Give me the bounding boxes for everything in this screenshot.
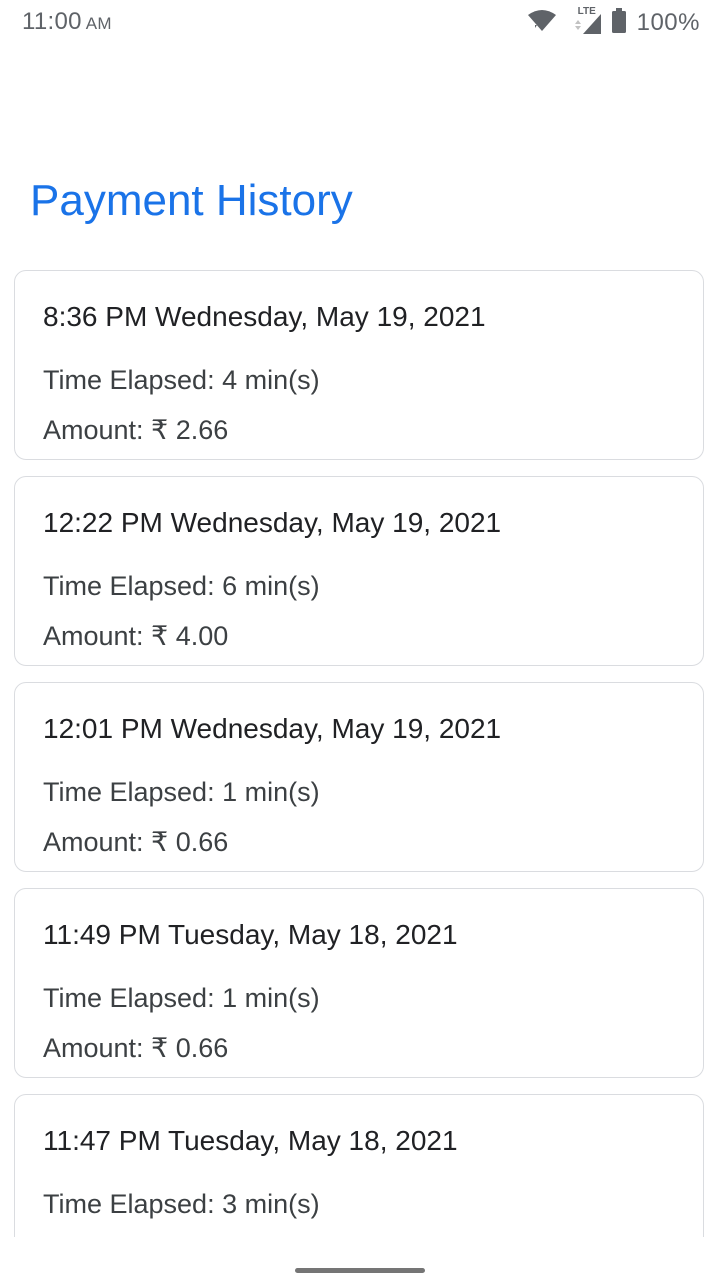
wifi-icon — [527, 9, 557, 38]
status-bar: 11:00 AM LTE 100% — [0, 0, 720, 48]
payment-datetime: 12:01 PM Wednesday, May 19, 2021 — [43, 713, 502, 744]
payment-datetime: 8:36 PM Wednesday, May 19, 2021 — [43, 301, 486, 332]
payment-time-elapsed: Time Elapsed: 1 min(s) — [43, 983, 320, 1013]
payment-time-elapsed: Time Elapsed: 4 min(s) — [43, 365, 320, 395]
clock-time: 11:00 — [22, 8, 82, 35]
payment-card[interactable]: 12:01 PM Wednesday, May 19, 2021 Time El… — [14, 682, 704, 872]
payment-time-elapsed: Time Elapsed: 3 min(s) — [43, 1189, 320, 1219]
payment-card[interactable]: 11:47 PM Tuesday, May 18, 2021 Time Elap… — [14, 1094, 704, 1237]
payment-time-elapsed: Time Elapsed: 6 min(s) — [43, 571, 320, 601]
cell-signal-icon: LTE — [567, 6, 601, 36]
payment-datetime: 11:47 PM Tuesday, May 18, 2021 — [43, 1125, 458, 1156]
page-title: Payment History — [30, 176, 353, 225]
home-indicator[interactable] — [295, 1268, 425, 1273]
payment-history-list[interactable]: 8:36 PM Wednesday, May 19, 2021 Time Ela… — [0, 268, 720, 1237]
clock-ampm: AM — [85, 14, 112, 33]
payment-amount: Amount: ₹ 4.00 — [43, 621, 229, 651]
payment-card[interactable]: 11:49 PM Tuesday, May 18, 2021 Time Elap… — [14, 888, 704, 1078]
status-icons: LTE 100% — [527, 6, 700, 39]
battery-icon — [611, 7, 627, 39]
battery-percentage: 100% — [636, 9, 700, 36]
payment-datetime: 12:22 PM Wednesday, May 19, 2021 — [43, 507, 502, 538]
payment-amount: Amount: ₹ 2.66 — [43, 415, 229, 445]
payment-datetime: 11:49 PM Tuesday, May 18, 2021 — [43, 919, 458, 950]
payment-time-elapsed: Time Elapsed: 1 min(s) — [43, 777, 320, 807]
payment-card[interactable]: 12:22 PM Wednesday, May 19, 2021 Time El… — [14, 476, 704, 666]
payment-card[interactable]: 8:36 PM Wednesday, May 19, 2021 Time Ela… — [14, 270, 704, 460]
payment-amount: Amount: ₹ 0.66 — [43, 1033, 229, 1063]
payment-amount: Amount: ₹ 0.66 — [43, 827, 229, 857]
network-type-label: LTE — [577, 6, 596, 17]
status-time: 11:00 AM — [22, 8, 112, 36]
